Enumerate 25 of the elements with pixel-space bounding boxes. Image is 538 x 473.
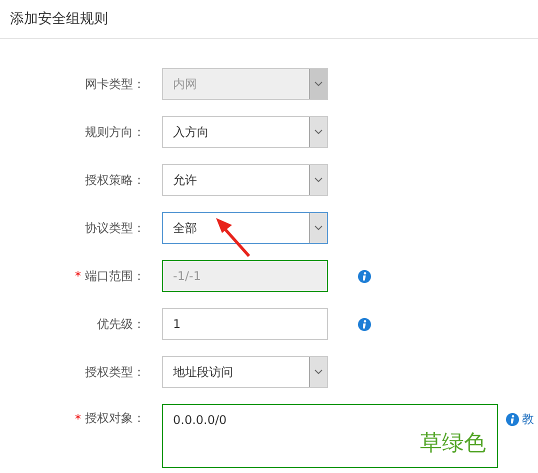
select-field[interactable]: 地址段访问 <box>162 356 328 388</box>
chevron-icon <box>314 369 323 375</box>
chevron-icon <box>314 177 323 183</box>
required-mark: * <box>75 269 81 283</box>
field-label: 网卡类型： <box>85 76 145 92</box>
field-label: 授权类型： <box>85 364 145 380</box>
field-label: 优先级： <box>97 316 145 332</box>
field-label: 授权策略： <box>85 172 145 188</box>
field-label: 端口范围： <box>85 268 145 284</box>
help-link[interactable]: 教 <box>522 411 534 428</box>
chevron-icon <box>314 81 323 87</box>
field-label: 协议类型： <box>85 220 145 236</box>
select-field[interactable]: 允许 <box>162 164 328 196</box>
field-label: 授权对象： <box>85 410 145 427</box>
chevron-icon <box>314 225 323 231</box>
dialog-title: 添加安全组规则 <box>10 10 108 28</box>
chevron-icon <box>314 129 323 135</box>
info-icon[interactable] <box>506 413 519 426</box>
select-field[interactable]: 入方向 <box>162 116 328 148</box>
field-label: 规则方向： <box>85 124 145 140</box>
required-mark: * <box>75 412 81 426</box>
info-icon[interactable] <box>358 318 371 330</box>
select-field[interactable]: 全部 <box>162 212 328 244</box>
input-field[interactable]: 1 <box>162 308 328 340</box>
annotation-text: 草绿色 <box>420 430 486 458</box>
